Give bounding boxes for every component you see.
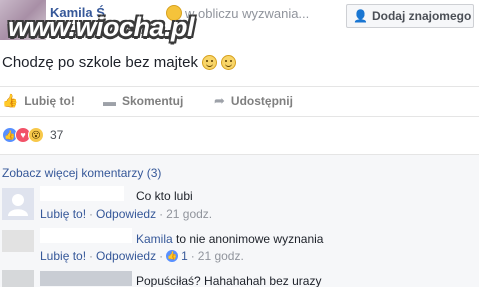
reaction-count: 37 (50, 128, 64, 142)
add-friend-label: Dodaj znajomego (371, 9, 472, 23)
add-friend-icon: 👤 (353, 9, 368, 23)
comment-like-count[interactable]: 1 (181, 249, 188, 263)
comment-time[interactable]: 21 godz. (198, 249, 244, 263)
thumbs-up-icon: 👍 (2, 93, 19, 108)
add-friend-button[interactable]: 👤 Dodaj znajomego (346, 4, 474, 28)
post-header: Kamila Ś ... w obliczu wyzwania... www.w… (0, 0, 479, 46)
default-avatar-icon (8, 194, 28, 216)
comment-like-link[interactable]: Lubię to! (40, 207, 86, 221)
meta-separator: · (159, 249, 164, 263)
comment-time[interactable]: 21 godz. (166, 207, 212, 221)
meta-separator: · (190, 249, 195, 263)
comment-body: Kamila to nie anonimowe wyznania (136, 232, 323, 246)
comment-like-link[interactable]: Lubię to! (40, 249, 86, 263)
post-text: Chodzę po szkole bez majtek (2, 54, 198, 71)
comment-avatar[interactable] (2, 270, 34, 287)
smile-emoji-icon (220, 55, 236, 70)
comment-reply-link[interactable]: Odpowiedz (96, 249, 156, 263)
wow-reaction-icon: 😮 (28, 127, 44, 143)
comment-icon: ▬ (103, 93, 116, 109)
watermark-logo: www.wiocha.pl (8, 12, 195, 42)
meta-separator: · (89, 207, 94, 221)
comment-avatar[interactable] (2, 230, 34, 252)
redacted-name (40, 228, 132, 243)
redacted-name (40, 271, 132, 286)
status-text: w obliczu wyzwania... (185, 6, 310, 21)
post-body: Chodzę po szkole bez majtek (2, 54, 236, 71)
comment-meta: Lubię to! · Odpowiedz · 21 godz. (40, 207, 212, 221)
comment-avatar[interactable] (2, 188, 34, 220)
meta-separator: · (159, 207, 164, 221)
share-arrow-icon: ➦ (214, 93, 225, 108)
comment-label: Skomentuj (122, 94, 184, 108)
divider (0, 116, 479, 117)
like-button[interactable]: 👍 Lubię to! (2, 93, 75, 109)
share-button[interactable]: ➦ Udostępnij (214, 93, 293, 109)
reactions-summary[interactable]: 👍 ♥ 😮 37 (2, 127, 63, 143)
comment-text: to nie anonimowe wyznania (176, 232, 324, 246)
like-reaction-icon: 👍 (166, 250, 179, 262)
comment-meta: Lubię to! · Odpowiedz · 👍 1 · 21 godz. (40, 249, 244, 263)
like-label: Lubię to! (24, 94, 75, 108)
meta-separator: · (89, 249, 94, 263)
more-comments-link[interactable]: Zobacz więcej komentarzy (3) (2, 166, 161, 180)
redacted-name (40, 186, 124, 201)
post-action-bar: 👍 Lubię to! ▬ Skomentuj ➦ Udostępnij (0, 88, 479, 114)
smile-emoji-icon (201, 55, 217, 70)
comment-author[interactable]: Kamila (136, 232, 173, 246)
comment-reply-link[interactable]: Odpowiedz (96, 207, 156, 221)
divider (0, 86, 479, 87)
comment-button[interactable]: ▬ Skomentuj (103, 94, 183, 109)
comment-text: Co kto lubi (136, 189, 193, 203)
comment-text: Popuściłaś? Hahahahah bez urazy (136, 274, 322, 287)
share-label: Udostępnij (230, 94, 293, 108)
